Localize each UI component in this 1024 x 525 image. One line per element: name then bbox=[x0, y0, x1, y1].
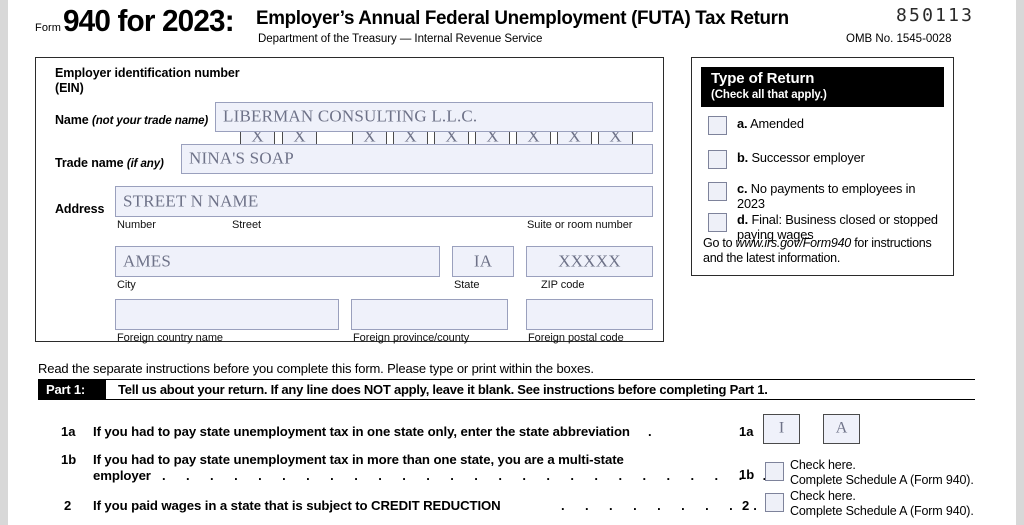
name-label-hint: (not your trade name) bbox=[92, 115, 209, 127]
name-input-value: LIBERMAN CONSULTING L.L.C. bbox=[223, 106, 478, 126]
ein-label-line1: Employer identification number bbox=[55, 66, 240, 80]
irs-goto-note: Go to www.irs.gov/Form940 for instructio… bbox=[703, 236, 948, 265]
read-instructions-line: Read the separate instructions before yo… bbox=[38, 361, 594, 376]
name-label: Name (not your trade name) bbox=[55, 113, 208, 127]
line-2-check-line1: Check here. bbox=[790, 489, 856, 503]
label-successor-text: Successor employer bbox=[751, 150, 865, 165]
line-1a-ref: 1a bbox=[739, 424, 754, 439]
line-1b-leader: . . . . . . . . . . . . . . . . . . . . … bbox=[162, 468, 775, 483]
line-2-text: If you paid wages in a state that is sub… bbox=[93, 498, 501, 513]
form-word-label: Form bbox=[35, 22, 62, 34]
label-amended-text: Amended bbox=[750, 116, 804, 131]
label-amended-key: a. bbox=[737, 116, 748, 131]
goto-prefix: Go to bbox=[703, 236, 736, 250]
trade-name-label-text: Trade name bbox=[55, 156, 124, 170]
form-ocr-number: 850113 bbox=[896, 5, 975, 26]
line-2-check-note: Check here. Complete Schedule A (Form 94… bbox=[790, 489, 974, 518]
line-2-number: 2 bbox=[64, 498, 72, 513]
address-label: Address bbox=[55, 202, 105, 216]
line-1b-check-note: Check here. Complete Schedule A (Form 94… bbox=[790, 458, 974, 487]
checkbox-amended[interactable] bbox=[708, 116, 727, 135]
line-2-ref: 2 bbox=[742, 498, 750, 513]
line-1b-text-line1: If you had to pay state unemployment tax… bbox=[93, 452, 624, 467]
line-2-leader: . . . . . . . . . bbox=[561, 498, 766, 513]
checkbox-successor-employer[interactable] bbox=[708, 150, 727, 169]
street-address-input[interactable]: STREET N NAME bbox=[115, 186, 653, 217]
ein-label-line2: (EIN) bbox=[55, 81, 84, 95]
trade-name-label: Trade name (if any) bbox=[55, 156, 164, 170]
type-of-return-box: Type of Return (Check all that apply.) a… bbox=[691, 57, 954, 276]
label-successor-employer: b. Successor employer bbox=[737, 150, 865, 166]
sublabel-foreign-country: Foreign country name bbox=[117, 332, 223, 344]
line-1a-text: If you had to pay state unemployment tax… bbox=[93, 424, 630, 439]
label-final-key: d. bbox=[737, 212, 749, 227]
name-input[interactable]: LIBERMAN CONSULTING L.L.C. bbox=[215, 102, 653, 132]
sublabel-city: City bbox=[117, 279, 136, 291]
street-address-value: STREET N NAME bbox=[123, 191, 259, 211]
line-1b-ref: 1b bbox=[739, 467, 755, 482]
omb-number: OMB No. 1545-0028 bbox=[846, 33, 952, 45]
employer-info-box: Employer identification number (EIN) X X… bbox=[35, 57, 664, 344]
form-masthead: Form 940 for 2023: Employer’s Annual Fed… bbox=[8, 0, 1016, 52]
form-agency-subtitle: Department of the Treasury — Internal Re… bbox=[258, 33, 543, 45]
part-1-tag: Part 1: bbox=[38, 380, 106, 399]
part-1-header-bar: Part 1: Tell us about your return. If an… bbox=[38, 379, 975, 400]
sublabel-zip: ZIP code bbox=[541, 279, 585, 291]
line-1b-check-line1: Check here. bbox=[790, 458, 856, 472]
zip-value: XXXXX bbox=[558, 251, 621, 271]
line-2-check-line2: Complete Schedule A (Form 940). bbox=[790, 503, 974, 518]
line-1a-leader: . bbox=[648, 424, 661, 439]
foreign-province-input[interactable] bbox=[351, 299, 508, 330]
label-no-payments-key: c. bbox=[737, 181, 748, 196]
label-amended: a. Amended bbox=[737, 116, 804, 132]
form-number-title: 940 for 2023: bbox=[63, 3, 235, 38]
line-1b-text-line2: employer bbox=[93, 468, 151, 483]
checkbox-final-business-closed[interactable] bbox=[708, 213, 727, 232]
label-no-payments-text: No payments to employees in 2023 bbox=[737, 181, 916, 211]
foreign-country-input[interactable] bbox=[115, 299, 339, 330]
type-of-return-subtitle: (Check all that apply.) bbox=[711, 89, 827, 101]
part-1-description: Tell us about your return. If any line d… bbox=[118, 382, 768, 397]
line-1a-number: 1a bbox=[61, 424, 76, 439]
city-value: AMES bbox=[123, 251, 172, 271]
line-2-checkbox[interactable] bbox=[765, 493, 784, 512]
type-of-return-title: Type of Return bbox=[711, 70, 815, 87]
line-1b-check-line2: Complete Schedule A (Form 940). bbox=[790, 472, 974, 487]
type-of-return-header: Type of Return (Check all that apply.) bbox=[701, 67, 944, 107]
line-1a-state-char-2: A bbox=[835, 419, 848, 437]
label-no-payments: c. No payments to employees in 2023 bbox=[737, 181, 942, 211]
city-input[interactable]: AMES bbox=[115, 246, 440, 277]
line-1a-state-char-1: I bbox=[778, 419, 785, 437]
sublabel-foreign-province: Foreign province/county bbox=[353, 332, 470, 344]
form-page: Form 940 for 2023: Employer’s Annual Fed… bbox=[8, 0, 1016, 525]
line-1b-checkbox[interactable] bbox=[765, 462, 784, 481]
line-1b-number: 1b bbox=[61, 452, 77, 467]
zip-input[interactable]: XXXXX bbox=[526, 246, 653, 277]
sublabel-foreign-postal: Foreign postal code bbox=[528, 332, 624, 344]
trade-name-label-hint: (if any) bbox=[126, 158, 164, 170]
state-input[interactable]: IA bbox=[452, 246, 514, 277]
sublabel-state: State bbox=[454, 279, 480, 291]
ein-label: Employer identification number (EIN) bbox=[55, 66, 255, 96]
name-label-text: Name bbox=[55, 113, 89, 127]
sublabel-suite: Suite or room number bbox=[527, 219, 633, 231]
foreign-postal-input[interactable] bbox=[526, 299, 653, 330]
line-1a-state-box-2[interactable]: A bbox=[823, 414, 860, 444]
sublabel-street: Street bbox=[232, 219, 262, 231]
form-main-title: Employer’s Annual Federal Unemployment (… bbox=[256, 7, 789, 29]
label-successor-key: b. bbox=[737, 150, 749, 165]
trade-name-input-value: NINA'S SOAP bbox=[189, 148, 294, 168]
line-1a-state-box-1[interactable]: I bbox=[763, 414, 800, 444]
checkbox-no-payments[interactable] bbox=[708, 182, 727, 201]
sublabel-number: Number bbox=[117, 219, 156, 231]
state-value: IA bbox=[473, 251, 493, 271]
trade-name-input[interactable]: NINA'S SOAP bbox=[181, 144, 653, 174]
goto-url[interactable]: www.irs.gov/Form940 bbox=[736, 236, 852, 250]
